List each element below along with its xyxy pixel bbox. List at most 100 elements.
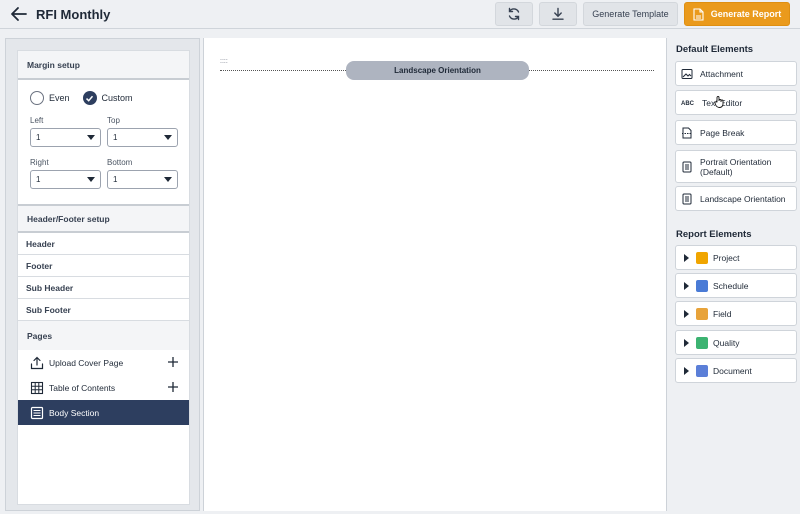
- header-footer-setup-title: Header/Footer setup: [18, 204, 189, 233]
- top-margin-field: Top 1: [107, 114, 184, 156]
- right-margin-field: Right 1: [30, 156, 107, 198]
- expand-arrow-icon: [684, 366, 689, 375]
- left-margin-select[interactable]: 1: [30, 128, 101, 147]
- top-margin-label: Top: [107, 116, 120, 125]
- landscape-orientation-element[interactable]: Landscape Orientation: [675, 186, 797, 211]
- spell-check-icon: ABC: [681, 101, 695, 107]
- radio-checked-icon: [82, 91, 97, 105]
- setup-panel: Margin setup Even Custom Left 1 Top 1 Ri…: [5, 38, 200, 511]
- bottom-margin-field: Bottom 1: [107, 156, 184, 198]
- radio-unchecked-icon: [30, 91, 44, 105]
- report-elements-title: Report Elements: [676, 228, 752, 240]
- drag-handle-icon[interactable]: ::::: [220, 58, 228, 65]
- add-icon[interactable]: [167, 381, 179, 393]
- top-margin-value: 1: [113, 133, 118, 142]
- margin-mode: Even Custom: [30, 88, 189, 108]
- project-icon: [696, 251, 708, 264]
- expand-arrow-icon: [684, 281, 689, 290]
- table-of-contents-label: Table of Contents: [49, 382, 116, 393]
- table-icon: [30, 381, 44, 394]
- default-elements-title: Default Elements: [676, 43, 754, 55]
- field-label: Field: [713, 308, 732, 319]
- page-layout-icon: [30, 406, 44, 419]
- custom-label: Custom: [101, 93, 133, 103]
- quality-icon: [696, 336, 708, 349]
- field-icon: [696, 307, 708, 320]
- text-editor-element[interactable]: ABC Text Editor: [675, 90, 797, 115]
- right-margin-label: Right: [30, 158, 49, 167]
- attachment-label: Attachment: [700, 68, 743, 79]
- document-element[interactable]: Document: [675, 358, 797, 383]
- refresh-button[interactable]: [495, 2, 533, 26]
- margin-setup-title: Margin setup: [18, 51, 189, 80]
- top-margin-select[interactable]: 1: [107, 128, 178, 147]
- sub-footer-item[interactable]: Sub Footer: [18, 299, 189, 321]
- elements-panel: Default Elements Attachment ABC Text Edi…: [669, 38, 800, 511]
- field-element[interactable]: Field: [675, 301, 797, 326]
- portrait-orientation-label: Portrait Orientation (Default): [700, 156, 772, 177]
- page-break-element[interactable]: Page Break: [675, 120, 797, 145]
- document-icon: [682, 193, 692, 204]
- attachment-element[interactable]: Attachment: [675, 61, 797, 86]
- upload-cover-page-item[interactable]: Upload Cover Page: [18, 350, 189, 375]
- sub-header-item[interactable]: Sub Header: [18, 277, 189, 299]
- expand-arrow-icon: [684, 309, 689, 318]
- quality-element[interactable]: Quality: [675, 330, 797, 355]
- bottom-margin-label: Bottom: [107, 158, 133, 167]
- quality-label: Quality: [713, 337, 740, 348]
- even-radio[interactable]: Even: [30, 91, 70, 105]
- left-margin-label: Left: [30, 116, 44, 125]
- generate-report-label: Generate Report: [710, 9, 782, 19]
- calendar-icon: [696, 279, 708, 292]
- document-category-icon: [696, 364, 708, 377]
- footer-item[interactable]: Footer: [18, 255, 189, 277]
- bottom-margin-select[interactable]: 1: [107, 170, 178, 189]
- document-label: Document: [713, 365, 752, 376]
- table-of-contents-item[interactable]: Table of Contents: [18, 375, 189, 400]
- refresh-icon: [508, 7, 520, 21]
- even-label: Even: [49, 93, 70, 103]
- page-title: RFI Monthly: [36, 7, 111, 22]
- project-element[interactable]: Project: [675, 245, 797, 270]
- upload-icon: [30, 356, 44, 369]
- right-margin-select[interactable]: 1: [30, 170, 101, 189]
- setup-card: Margin setup Even Custom Left 1 Top 1 Ri…: [17, 50, 190, 505]
- body-section-item[interactable]: Body Section: [18, 400, 189, 425]
- body-section-label: Body Section: [49, 407, 100, 418]
- report-canvas[interactable]: :::: Landscape Orientation: [203, 38, 667, 511]
- landscape-orientation-marker[interactable]: Landscape Orientation: [346, 61, 529, 80]
- custom-radio[interactable]: Custom: [82, 91, 133, 105]
- document-icon: [682, 161, 692, 172]
- download-icon: [552, 7, 564, 20]
- header-item[interactable]: Header: [18, 233, 189, 255]
- bottom-margin-value: 1: [113, 175, 118, 184]
- download-button[interactable]: [539, 2, 577, 26]
- dropdown-arrow-icon: [164, 135, 172, 140]
- generate-template-button[interactable]: Generate Template: [583, 2, 678, 26]
- expand-arrow-icon: [684, 338, 689, 347]
- expand-arrow-icon: [684, 253, 689, 262]
- schedule-label: Schedule: [713, 280, 749, 291]
- landscape-orientation-label: Landscape Orientation: [700, 193, 786, 204]
- generate-report-button[interactable]: Generate Report: [684, 2, 790, 26]
- portrait-orientation-element[interactable]: Portrait Orientation (Default): [675, 150, 797, 183]
- image-icon: [681, 68, 693, 79]
- page-break-label: Page Break: [700, 127, 745, 138]
- dropdown-arrow-icon: [164, 177, 172, 182]
- project-label: Project: [713, 252, 740, 263]
- right-margin-value: 1: [36, 175, 41, 184]
- dropdown-arrow-icon: [87, 135, 95, 140]
- left-margin-field: Left 1: [30, 114, 107, 156]
- schedule-element[interactable]: Schedule: [675, 273, 797, 298]
- page-break-icon: [682, 127, 692, 138]
- add-icon[interactable]: [167, 356, 179, 368]
- hand-cursor-icon: [714, 96, 724, 108]
- margin-fields: Left 1 Top 1 Right 1 Bottom 1: [30, 114, 189, 198]
- dropdown-arrow-icon: [87, 177, 95, 182]
- upload-cover-page-label: Upload Cover Page: [49, 357, 124, 368]
- svg-text:ABC: ABC: [681, 101, 695, 107]
- back-arrow-icon[interactable]: [10, 6, 28, 22]
- pages-title: Pages: [18, 321, 189, 350]
- report-file-icon: [693, 7, 704, 21]
- top-bar: RFI Monthly Generate Template Generate R…: [0, 0, 800, 29]
